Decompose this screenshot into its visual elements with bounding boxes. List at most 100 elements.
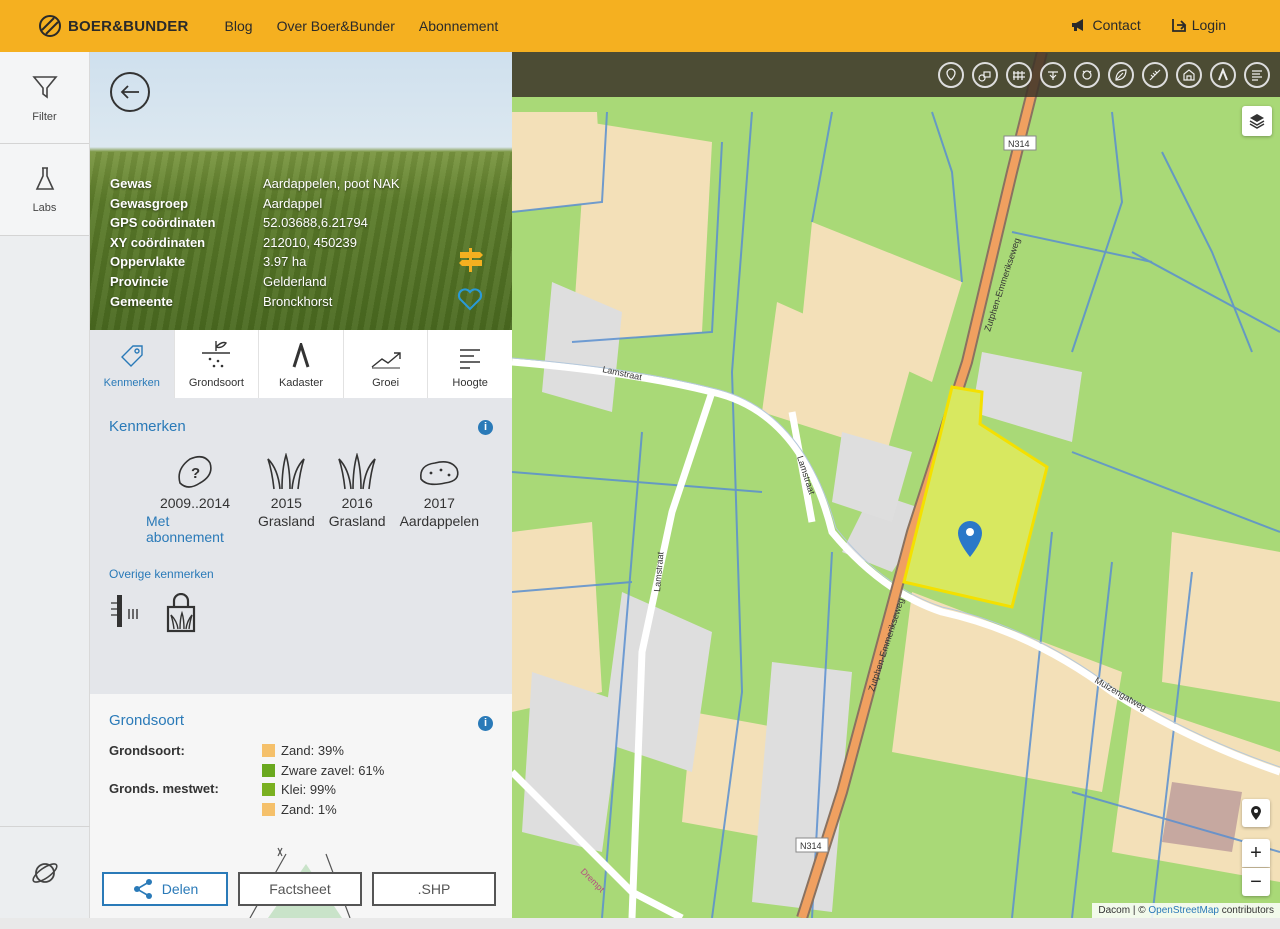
- soil-value: Zand: 39%: [262, 741, 384, 761]
- grondsoort-section: Grondsoort i Grondsoort: Gronds. mestwet…: [90, 694, 512, 918]
- parcel-panel: Gewas Aardappelen, poot NAK Gewasgroep Aar…: [90, 52, 512, 918]
- login-label: Login: [1191, 17, 1226, 33]
- zoom-out-label: −: [1250, 870, 1262, 893]
- info-value: Aardappel: [263, 195, 323, 211]
- crop-label: Aardappelen: [399, 513, 479, 529]
- grondsoort-info-icon[interactable]: i: [478, 716, 493, 731]
- nav-blog[interactable]: Blog: [225, 18, 253, 34]
- tab-bar: Kenmerken Grondsoort Kadaster Groei Hoog…: [90, 330, 512, 398]
- building: [1162, 782, 1242, 852]
- map-tool-barn[interactable]: [1176, 62, 1202, 88]
- globe-button[interactable]: [0, 826, 90, 918]
- grass-icon: [267, 453, 306, 490]
- growth-chart-icon: [371, 352, 401, 369]
- contact-link[interactable]: Contact: [1071, 17, 1141, 33]
- map-tool-kadaster[interactable]: [1210, 62, 1236, 88]
- info-row: Provincie Gelderland: [110, 272, 400, 292]
- nav-over[interactable]: Over Boer&Bunder: [277, 18, 395, 34]
- login-icon: [1171, 19, 1187, 32]
- location-pin-icon: [1251, 806, 1261, 820]
- road-label-n314-top: N314: [1008, 139, 1030, 149]
- tab-hoogte[interactable]: Hoogte: [428, 330, 512, 398]
- map-tool-height[interactable]: [1244, 62, 1270, 88]
- funnel-icon: [31, 75, 58, 99]
- tractor-icon: [978, 71, 991, 82]
- info-row: Gewas Aardappelen, poot NAK: [110, 174, 400, 194]
- layers-icon: [1249, 114, 1265, 129]
- fence-icon: [1013, 71, 1025, 80]
- drainage-icon: [111, 595, 138, 627]
- map-tool-location[interactable]: [938, 62, 964, 88]
- crop-year-label: 2015: [270, 495, 302, 511]
- info-row: XY coördinaten 212010, 450239: [110, 233, 400, 253]
- top-navigation-bar: BOER&BUNDER Blog Over Boer&Bunder Abonne…: [0, 0, 1280, 52]
- logo[interactable]: BOER&BUNDER: [38, 14, 189, 38]
- tag-icon: [120, 345, 143, 367]
- share-button[interactable]: Delen: [102, 872, 228, 906]
- soil-swatch: [262, 744, 275, 758]
- tab-kadaster[interactable]: Kadaster: [259, 330, 344, 398]
- potato-icon: [420, 461, 459, 486]
- attribution-prefix: Dacom | ©: [1098, 905, 1146, 916]
- osm-link[interactable]: OpenStreetMap: [1148, 905, 1219, 916]
- road-label-n314-bottom: N314: [800, 841, 822, 851]
- map-tool-irrigation[interactable]: [1040, 62, 1066, 88]
- info-row: Gemeente Bronckhorst: [110, 292, 400, 312]
- kenmerken-info-icon[interactable]: i: [478, 420, 493, 435]
- planet-icon: [32, 862, 58, 883]
- soil-value-text: Zand: 1%: [281, 801, 337, 817]
- overige-kenmerken-icons: [109, 593, 493, 633]
- map-view[interactable]: N314 N314 Zutphen-Emmerikseweg Zutphen-E…: [512, 52, 1280, 918]
- grondsoort-label: Grondsoort:: [109, 743, 185, 758]
- map-tool-grain[interactable]: [1142, 62, 1168, 88]
- kenmerken-title: Kenmerken: [109, 418, 186, 435]
- map-tool-leaf[interactable]: [1108, 62, 1134, 88]
- zoom-in-button[interactable]: +: [1242, 839, 1270, 867]
- favorite-button[interactable]: [457, 287, 483, 316]
- locate-button[interactable]: [1242, 799, 1270, 827]
- tab-label: Kadaster: [278, 377, 323, 389]
- map-tool-tractor[interactable]: [972, 62, 998, 88]
- arrow-left-icon: [120, 85, 139, 99]
- share-label: Delen: [161, 881, 199, 897]
- tab-kenmerken[interactable]: Kenmerken: [90, 330, 175, 398]
- crop-label: Grasland: [257, 513, 315, 529]
- heart-icon: [457, 288, 483, 311]
- zoom-out-button[interactable]: −: [1242, 868, 1270, 896]
- layers-button[interactable]: [1242, 106, 1272, 136]
- soil-value: Zand: 1%: [262, 800, 384, 820]
- login-link[interactable]: Login: [1171, 17, 1226, 33]
- shp-download-button[interactable]: .SHP: [372, 872, 496, 906]
- labs-button[interactable]: Labs: [0, 144, 89, 236]
- parcel-info: Gewas Aardappelen, poot NAK Gewasgroep Aar…: [110, 174, 400, 311]
- parcel-hero-image: Gewas Aardappelen, poot NAK Gewasgroep Aar…: [90, 52, 512, 330]
- signpost-button[interactable]: [458, 246, 484, 279]
- tab-groei[interactable]: Groei: [344, 330, 429, 398]
- factsheet-button[interactable]: Factsheet: [238, 872, 362, 906]
- back-button[interactable]: [110, 72, 150, 112]
- factsheet-label: Factsheet: [269, 881, 331, 897]
- leaf-icon: [1115, 69, 1127, 81]
- grass-icon: [338, 453, 376, 490]
- crop-year-label: 2016: [341, 495, 373, 511]
- tab-grondsoort[interactable]: Grondsoort: [175, 330, 260, 398]
- height-lines-icon: [460, 349, 481, 369]
- height-lines-icon: [1252, 70, 1262, 81]
- action-buttons: Delen Factsheet .SHP: [102, 872, 496, 906]
- crop-year-label: 2017: [423, 495, 455, 511]
- sprinkler-icon: [1048, 71, 1058, 80]
- soil-value-text: Klei: 99%: [281, 782, 336, 798]
- info-key: Gewas: [110, 176, 152, 191]
- nav-abonnement[interactable]: Abonnement: [419, 18, 498, 34]
- subscription-link[interactable]: Met abonnement: [146, 513, 244, 545]
- megaphone-icon: [1072, 19, 1084, 31]
- soil-icon: [202, 341, 231, 368]
- map-tool-fence[interactable]: [1006, 62, 1032, 88]
- map-tool-livestock[interactable]: [1074, 62, 1100, 88]
- crop-year: ? 2009..2014 Met abonnement: [146, 453, 244, 545]
- info-value: 3.97 ha: [263, 254, 307, 270]
- svg-text:?: ?: [191, 465, 200, 482]
- info-key: GPS coördinaten: [110, 215, 216, 231]
- filter-button[interactable]: Filter: [0, 52, 89, 144]
- soil-swatch: [262, 783, 275, 797]
